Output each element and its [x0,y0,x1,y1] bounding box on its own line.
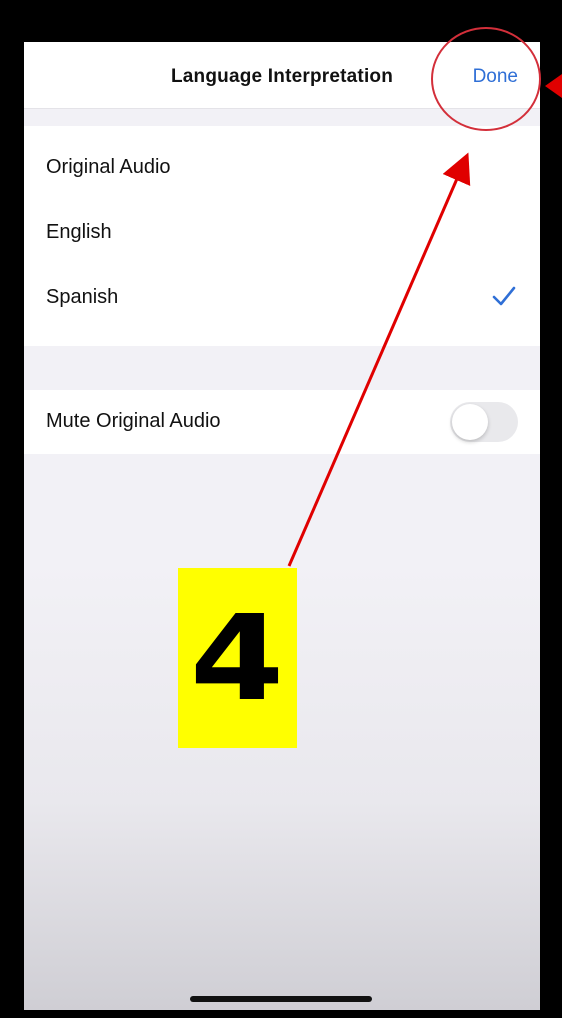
mute-original-audio-section: Mute Original Audio [24,390,540,454]
mute-original-audio-toggle[interactable] [450,402,518,442]
home-indicator [190,996,372,1002]
done-button[interactable]: Done [473,66,518,88]
language-label: Original Audio [46,156,171,178]
language-option-english[interactable]: English [24,201,540,265]
step-number: 4 [190,589,285,727]
navigation-bar: Language Interpretation Done [24,42,540,109]
mute-original-audio-label: Mute Original Audio [46,410,221,432]
language-option-original-audio[interactable]: Original Audio [24,136,540,200]
step-badge: 4 [178,568,297,748]
language-label: English [46,221,112,243]
language-list: Original Audio English Spanish [24,126,540,346]
mute-original-audio-row: Mute Original Audio [24,390,540,454]
page-title: Language Interpretation [170,66,394,87]
language-option-spanish[interactable]: Spanish [24,266,540,330]
phone-screen: Language Interpretation Done Original Au… [24,42,540,1010]
edge-arrow-head [545,74,562,98]
checkmark-icon [492,286,516,306]
language-label: Spanish [46,286,119,308]
toggle-knob [452,404,488,440]
